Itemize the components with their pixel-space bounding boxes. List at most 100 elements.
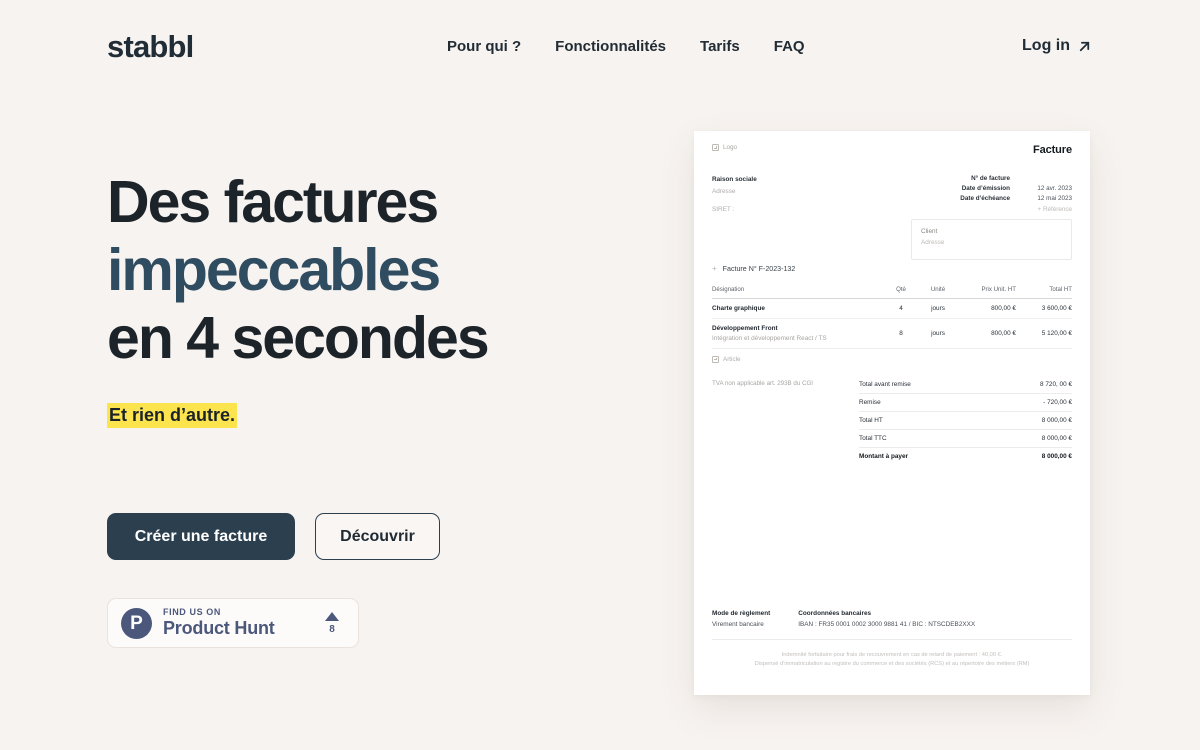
payment-details: Mode de règlement Virement bancaire Coor… xyxy=(712,609,1072,640)
nav-link-pour-qui[interactable]: Pour qui ? xyxy=(447,38,521,55)
total-label: Total HT xyxy=(859,417,883,424)
total-value: 8 720, 00 € xyxy=(1040,381,1072,388)
hero-subline-wrap: Et rien d’autre. xyxy=(107,402,627,429)
product-hunt-kicker: FIND US ON xyxy=(163,607,222,617)
bank-details-title: Coordonnées bancaires xyxy=(798,610,872,617)
payment-mode-value: Virement bancaire xyxy=(712,620,764,628)
nav-link-faq[interactable]: FAQ xyxy=(774,38,805,55)
item-qty: 8 xyxy=(899,329,903,337)
invoice-number-label: Facture N° F-2023-132 xyxy=(722,265,796,273)
add-square-icon xyxy=(712,355,719,363)
issuer-siret: SIRET : xyxy=(712,206,735,213)
total-label: Remise xyxy=(859,399,881,406)
product-hunt-icon: P xyxy=(121,607,152,639)
col-header-designation: Désignation xyxy=(712,286,745,293)
bank-details-value: IBAN : FR35 0001 0002 3000 9881 41 / BIC… xyxy=(798,620,976,628)
cta-button-row: Créer une facture Découvrir xyxy=(107,513,440,560)
meta-label-due-date: Date d’échéance xyxy=(960,195,1010,202)
nav-link-fonctionnalites[interactable]: Fonctionnalités xyxy=(555,38,666,55)
headline-line-1: Des factures xyxy=(107,169,439,235)
add-article-button[interactable]: Article xyxy=(712,355,1072,363)
invoice-doc-title: Facture xyxy=(1032,144,1072,156)
item-unit: jours xyxy=(931,305,945,312)
item-total: 5 120,00 € xyxy=(1041,329,1072,337)
item-unit: jours xyxy=(931,329,945,337)
item-description: Intégration et développement React / TS xyxy=(712,334,827,342)
issuer-address: Adresse xyxy=(712,187,736,195)
meta-label-number: N° de facture xyxy=(971,175,1010,182)
table-row[interactable]: Développement Front Intégration et dével… xyxy=(712,319,1072,349)
product-hunt-text: FIND US ON Product Hunt xyxy=(163,607,275,639)
invoice-issuer-block: Raison sociale Adresse SIRET : xyxy=(712,174,757,216)
invoice-totals-table: Total avant remise 8 720, 00 € Remise - … xyxy=(859,376,1072,465)
total-label: Montant à payer xyxy=(859,453,909,460)
table-row[interactable]: Charte graphique 4 jours 800,00 € 3 600,… xyxy=(712,299,1072,319)
invoice-totals-zone: TVA non applicable art. 293B du CGI Tota… xyxy=(712,376,1072,465)
hero-subline: Et rien d’autre. xyxy=(107,403,238,428)
invoice-legal-notice: Indemnité forfaitaire pour frais de reco… xyxy=(712,651,1072,669)
product-hunt-upvote[interactable]: 8 xyxy=(325,611,345,635)
plus-icon: + xyxy=(712,264,717,273)
total-label: Total TTC xyxy=(859,435,887,442)
client-address: Adresse xyxy=(921,238,945,246)
discover-button[interactable]: Découvrir xyxy=(315,513,440,560)
item-designation-cell: Charte graphique xyxy=(712,305,884,312)
item-qty: 4 xyxy=(899,305,903,312)
meta-label-issue-date: Date d’émission xyxy=(961,185,1010,192)
headline-line-3: en 4 secondes xyxy=(107,305,490,371)
hero-section: Des factures impeccables en 4 secondes E… xyxy=(107,168,627,429)
payment-mode-title: Mode de règlement xyxy=(712,610,771,617)
item-designation-cell: Développement Front Intégration et dével… xyxy=(712,325,884,342)
meta-value-number xyxy=(1026,174,1072,184)
items-table-header: Désignation Qté Unité Prix Unit. HT Tota… xyxy=(712,286,1072,299)
item-name: Développement Front xyxy=(712,325,778,332)
brand-logo[interactable]: stabbl xyxy=(107,29,194,65)
tva-note: TVA non applicable art. 293B du CGI xyxy=(712,380,814,387)
product-hunt-badge[interactable]: P FIND US ON Product Hunt 8 xyxy=(107,598,359,648)
login-button[interactable]: Log in xyxy=(1022,37,1092,55)
invoice-meta-table: N° de facture Date d’émission 12 avr. 20… xyxy=(960,174,1072,213)
product-hunt-name: Product Hunt xyxy=(163,618,275,638)
add-reference-button[interactable]: + Référence xyxy=(960,206,1072,213)
nav-link-tarifs[interactable]: Tarifs xyxy=(700,38,740,55)
client-title: Client xyxy=(921,228,938,235)
create-invoice-button[interactable]: Créer une facture xyxy=(107,513,295,560)
item-unit-price: 800,00 € xyxy=(991,329,1016,337)
item-total: 3 600,00 € xyxy=(1041,305,1072,312)
headline-line-2: impeccables xyxy=(107,237,441,303)
total-row-discount: Remise - 720,00 € xyxy=(859,394,1072,412)
total-value: 8 000,00 € xyxy=(1041,435,1072,442)
legal-line-1: Indemnité forfaitaire pour frais de reco… xyxy=(781,652,1003,658)
total-value: - 720,00 € xyxy=(1043,399,1072,406)
bank-details-col: Coordonnées bancaires IBAN : FR35 0001 0… xyxy=(798,609,975,630)
invoice-preview-card: Logo Facture Raison sociale Adresse SIRE… xyxy=(694,131,1090,695)
issuer-company: Raison sociale xyxy=(712,176,757,183)
total-value: 8 000,00 € xyxy=(1041,453,1072,460)
total-row-before-discount: Total avant remise 8 720, 00 € xyxy=(859,376,1072,394)
item-name: Charte graphique xyxy=(712,305,765,312)
total-value: 8 000,00 € xyxy=(1041,417,1072,424)
arrow-up-right-icon xyxy=(1077,39,1092,54)
invoice-logo-placeholder[interactable]: Logo xyxy=(712,144,737,151)
payment-mode-col: Mode de règlement Virement bancaire xyxy=(712,609,770,630)
col-header-qty: Qté xyxy=(896,286,906,293)
total-row-ttc: Total TTC 8 000,00 € xyxy=(859,430,1072,448)
meta-value-due-date: 12 mai 2023 xyxy=(1037,195,1072,202)
total-row-amount-due: Montant à payer 8 000,00 € xyxy=(859,448,1072,465)
site-header: stabbl Pour qui ? Fonctionnalités Tarifs… xyxy=(0,0,1200,96)
legal-line-2: Dispensé d’immatriculation au registre d… xyxy=(754,661,1030,667)
col-header-unit-price: Prix Unit. HT xyxy=(981,286,1016,293)
col-header-total: Total HT xyxy=(1049,286,1072,293)
caret-up-icon xyxy=(325,611,339,621)
invoice-header-details: Raison sociale Adresse SIRET : N° de fac… xyxy=(712,174,1072,216)
meta-row-issue-date: Date d’émission 12 avr. 2023 xyxy=(960,184,1072,194)
landing-page: stabbl Pour qui ? Fonctionnalités Tarifs… xyxy=(0,0,1200,750)
meta-row-due-date: Date d’échéance 12 mai 2023 xyxy=(960,194,1072,204)
invoice-client-box[interactable]: Client Adresse xyxy=(911,219,1072,260)
meta-value-issue-date: 12 avr. 2023 xyxy=(1037,185,1072,192)
invoice-number-line[interactable]: + Facture N° F-2023-132 xyxy=(712,264,796,274)
col-header-unit: Unité xyxy=(930,286,946,293)
invoice-footer: Mode de règlement Virement bancaire Coor… xyxy=(712,609,1072,669)
total-label: Total avant remise xyxy=(859,381,911,388)
main-navigation: Pour qui ? Fonctionnalités Tarifs FAQ xyxy=(447,38,805,55)
